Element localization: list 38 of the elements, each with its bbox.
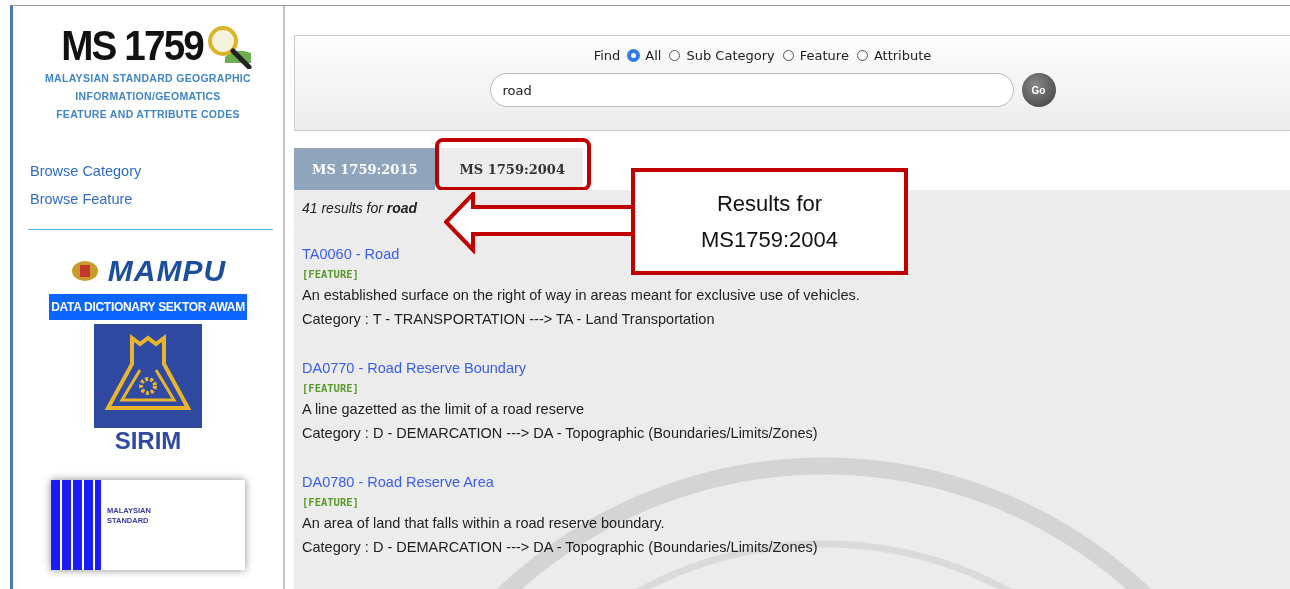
radio-button[interactable] bbox=[628, 50, 640, 61]
type-tag: [FEATURE] bbox=[302, 493, 359, 511]
logo-subtitle: FEATURE AND ATTRIBUTE CODES bbox=[56, 107, 240, 122]
logo-title: MS 1759 bbox=[61, 23, 203, 69]
radio-label[interactable]: Feature bbox=[799, 48, 849, 63]
sirim-logo-text: SIRIM bbox=[114, 428, 182, 454]
go-button[interactable]: Go bbox=[1021, 73, 1056, 107]
radio-label[interactable]: All bbox=[645, 48, 662, 63]
result-link[interactable]: DA0780 - Road Reserve Area bbox=[302, 471, 494, 493]
sidebar-link[interactable]: Browse Feature bbox=[30, 189, 133, 209]
crest-icon bbox=[69, 259, 100, 283]
logo-subtitle: MALAYSIAN STANDARD GEOGRAPHIC bbox=[45, 71, 251, 86]
tab[interactable]: MS 1759:2004 bbox=[441, 148, 583, 190]
mampu-logo-text: MAMPU bbox=[107, 256, 227, 286]
result-description: An established surface on the right of way in areas meant for exclusive use of vehicles. bbox=[302, 286, 860, 305]
type-tag: [FEATURE] bbox=[302, 265, 359, 283]
result-category: Category : D - DEMARCATION ---> DA - Topographic (Boundaries/Limits/Zones) bbox=[302, 538, 818, 557]
radio-button[interactable] bbox=[856, 50, 868, 61]
result-link[interactable]: DA0770 - Road Reserve Boundary bbox=[302, 357, 527, 379]
callout-text: MS1759:2004 bbox=[701, 225, 838, 254]
dictionary-banner[interactable]: DATA DICTIONARY SEKTOR AWAM bbox=[49, 294, 247, 320]
radio-label[interactable]: Attribute bbox=[873, 48, 932, 63]
sidebar-link[interactable]: Browse Category bbox=[30, 161, 142, 181]
radio-button[interactable] bbox=[669, 50, 681, 61]
search-field[interactable]: road bbox=[489, 73, 1014, 107]
callout-text: Results for bbox=[716, 189, 823, 218]
logo-subtitle: INFORMATION/GEOMATICS bbox=[75, 89, 221, 104]
result-link[interactable]: TA0060 - Road bbox=[302, 243, 400, 265]
result-description: An area of land that falls within a road reserve boundary. bbox=[302, 514, 665, 533]
find-label: Find bbox=[593, 48, 621, 63]
result-category: Category : D - DEMARCATION ---> DA - Topographic (Boundaries/Limits/Zones) bbox=[302, 424, 818, 443]
radio-label[interactable]: Sub Category bbox=[686, 48, 775, 63]
type-tag: [FEATURE] bbox=[302, 379, 359, 397]
result-category: Category : T - TRANSPORTATION ---> TA - Land Transportation bbox=[302, 310, 715, 329]
result-description: A line gazetted as the limit of a road reserve bbox=[302, 400, 585, 419]
radio-button[interactable] bbox=[782, 50, 794, 61]
results-summary: 41 results for road bbox=[302, 200, 418, 216]
flask-logo-icon bbox=[94, 324, 202, 428]
